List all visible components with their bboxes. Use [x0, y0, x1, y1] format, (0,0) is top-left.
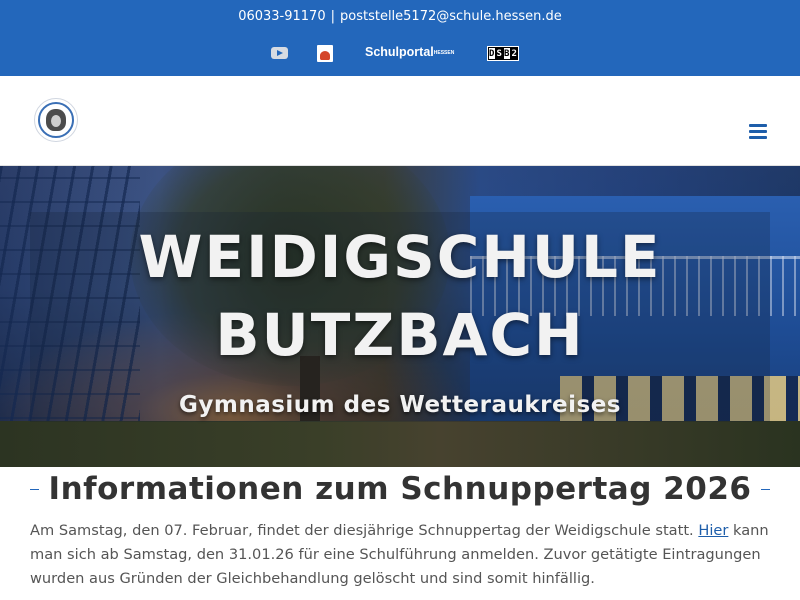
dsb-link[interactable]: D S B 2: [487, 46, 519, 61]
article-title: Informationen zum Schnuppertag 2026: [48, 471, 752, 507]
contact-line: 06033-91170 | poststelle5172@schule.hessen…: [0, 9, 800, 24]
youtube-icon[interactable]: [271, 47, 288, 59]
hero-banner: WEIDIGSCHULE BUTZBACH Gymnasium des Wett…: [0, 166, 800, 467]
hamburger-menu-icon[interactable]: [749, 124, 767, 139]
top-contact-bar: 06033-91170 | poststelle5172@schule.hessen…: [0, 0, 800, 76]
social-links: Schulportal HESSEN D S B 2: [0, 44, 800, 64]
schulportal-link[interactable]: Schulportal HESSEN: [365, 45, 454, 59]
dsb-letter-b: B: [503, 47, 511, 60]
hero-subtitle: Gymnasium des Wetteraukreises: [179, 392, 621, 418]
heading-line-right: [761, 488, 770, 490]
site-header: [0, 76, 800, 166]
logo-portrait: [46, 109, 66, 131]
heading-line-left: [30, 488, 39, 490]
hero-ground: [0, 421, 800, 467]
dsb-letter-s: S: [495, 47, 503, 60]
hero-title-line2: BUTZBACH: [215, 301, 585, 369]
hero-title-line1: WEIDIGSCHULE: [138, 223, 662, 291]
hero-title: WEIDIGSCHULE BUTZBACH: [0, 218, 800, 374]
dsb-letter-d: D: [488, 47, 496, 60]
phone-link[interactable]: 06033-91170: [238, 9, 325, 24]
article-text-start: Am Samstag, den 07. Februar, findet der …: [30, 522, 699, 539]
registration-link[interactable]: Hier: [698, 522, 728, 539]
dsb-letter-2: 2: [510, 47, 518, 60]
schulportal-label: Schulportal: [365, 45, 434, 59]
school-logo[interactable]: [34, 98, 78, 142]
email-link[interactable]: poststelle5172@schule.hessen.de: [340, 9, 562, 24]
article-heading: Informationen zum Schnuppertag 2026: [30, 469, 770, 509]
contact-separator: |: [330, 9, 335, 24]
schulportal-suffix: HESSEN: [433, 50, 455, 56]
hessen-eagle-icon[interactable]: [317, 45, 333, 62]
article-body: Am Samstag, den 07. Februar, findet der …: [30, 519, 770, 591]
